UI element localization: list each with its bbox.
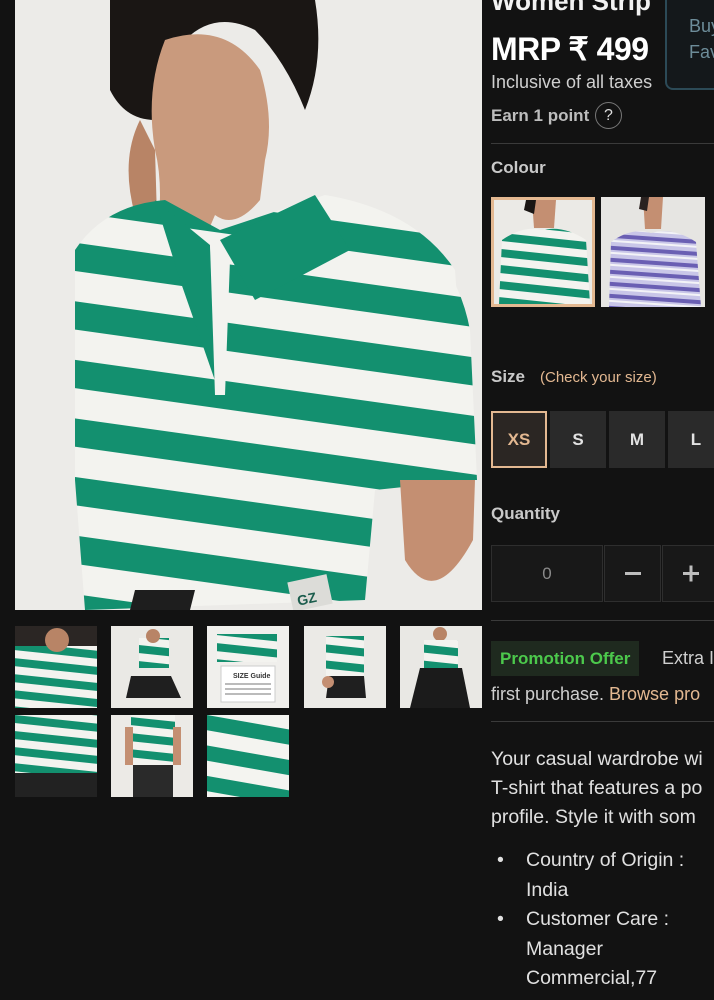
thumbnail-4[interactable] (304, 626, 386, 708)
country-label: Country of Origin : (526, 849, 685, 871)
description-line: profile. Style it with som (491, 806, 696, 828)
promotion-text: Extra I (662, 648, 714, 668)
colour-swatch-lilac[interactable] (601, 197, 705, 307)
divider (491, 721, 714, 722)
size-label: Size (491, 367, 526, 386)
tax-note: Inclusive of all taxes (491, 72, 653, 92)
thumbnail-1[interactable] (15, 626, 97, 708)
detail-country: Country of Origin : India (491, 846, 684, 905)
country-value: India (526, 878, 569, 901)
plus-icon (683, 565, 699, 582)
buy-box-card[interactable]: Buy Fav (665, 0, 714, 90)
svg-text:SIZE Guide: SIZE Guide (233, 673, 270, 680)
size-option-s[interactable]: S (550, 411, 606, 468)
browse-link[interactable]: Browse pro (609, 684, 700, 704)
divider (491, 620, 714, 621)
promotion-badge: Promotion Offer (491, 641, 640, 676)
earn-points: Earn 1 point (491, 106, 590, 125)
description-line: Your casual wardrobe wi (491, 748, 703, 770)
thumbnail-8-fabric[interactable] (207, 715, 289, 797)
size-option-m[interactable]: M (609, 411, 665, 468)
product-price: MRP ₹ 499 (491, 31, 649, 67)
colour-label: Colour (491, 158, 546, 177)
care-line-2: Manager (526, 937, 603, 960)
description-line: T-shirt that features a po (491, 777, 703, 799)
divider (491, 143, 714, 144)
thumbnail-7[interactable] (111, 715, 193, 797)
quantity-value: 0 (542, 564, 552, 583)
size-option-xs[interactable]: XS (491, 411, 547, 468)
check-size-link[interactable]: (Check your size) (540, 369, 657, 386)
product-title: Women Strip (491, 0, 651, 16)
thumbnail-3-size-guide[interactable]: SIZE Guide (207, 626, 289, 708)
size-option-l[interactable]: L (668, 411, 714, 468)
detail-customer-care: Customer Care : Manager Commercial,77 (491, 905, 684, 994)
product-description: Your casual wardrobe wi T-shirt that fea… (491, 745, 703, 832)
quantity-label: Quantity (491, 504, 560, 523)
promotion-line2: first purchase. Browse pro (491, 684, 700, 705)
product-main-image[interactable]: GZ (15, 0, 482, 610)
thumbnail-6[interactable] (15, 715, 97, 797)
care-line-3: Commercial,77 (526, 967, 658, 989)
quantity-decrement-button[interactable] (604, 545, 661, 602)
product-info-panel: Women Strip Buy Fav MRP ₹ 499 Inclusive … (491, 0, 714, 1000)
buy-box-line2: Fav (689, 42, 714, 62)
thumbnail-2[interactable] (111, 626, 193, 708)
promotion-prefix: first purchase. (491, 684, 610, 704)
quantity-input[interactable]: 0 (491, 545, 603, 602)
minus-icon (625, 572, 641, 575)
model-photo: GZ (15, 0, 482, 610)
product-details-list: Country of Origin : India Customer Care :… (491, 846, 684, 994)
help-icon[interactable]: ? (595, 102, 622, 129)
buy-box-line1: Buy (689, 16, 714, 36)
quantity-increment-button[interactable] (662, 545, 714, 602)
thumbnail-5[interactable] (400, 626, 482, 708)
colour-swatch-green[interactable] (491, 197, 595, 307)
care-label: Customer Care : (526, 908, 670, 930)
